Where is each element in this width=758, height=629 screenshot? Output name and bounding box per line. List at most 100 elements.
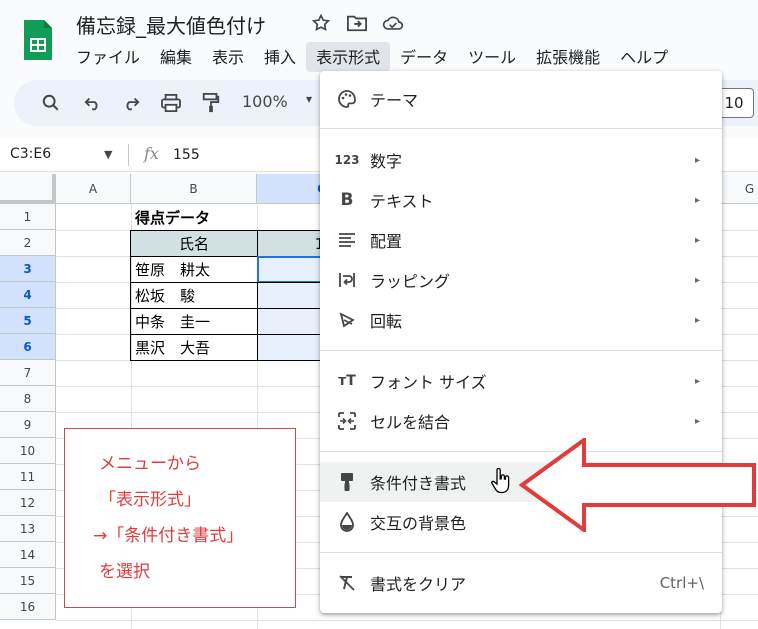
menu-divider	[320, 128, 722, 129]
formula-input[interactable]: 155	[173, 147, 200, 163]
zoom-select[interactable]: 100%	[242, 92, 288, 111]
rotate-icon	[336, 309, 358, 331]
row-header-2[interactable]: 2	[0, 230, 56, 256]
cell-b1-title[interactable]: 得点データ	[135, 204, 257, 230]
submenu-arrow-icon: ▸	[694, 415, 700, 427]
row-header-11[interactable]: 11	[0, 464, 56, 490]
format-menu-item-clear-formatting[interactable]: 書式をクリア Ctrl+\	[320, 563, 722, 603]
bold-b-icon: B	[340, 190, 354, 210]
cell-b5-name[interactable]: 中条 圭一	[130, 308, 258, 335]
menu-insert[interactable]: 挿入	[254, 42, 306, 72]
zoom-caret-icon[interactable]: ▾	[306, 92, 312, 106]
callout-line-1: メニューから	[99, 454, 201, 474]
format-menu-label: 書式をクリア	[370, 575, 467, 594]
wrap-icon	[336, 269, 358, 291]
clear-format-icon	[336, 572, 358, 594]
sheets-logo-icon[interactable]	[22, 18, 54, 62]
align-icon	[336, 229, 358, 251]
paint-format-icon[interactable]	[200, 92, 222, 114]
search-icon[interactable]	[40, 92, 62, 114]
cloud-saved-icon[interactable]	[382, 12, 404, 34]
row-header-14[interactable]: 14	[0, 542, 56, 568]
menu-data[interactable]: データ	[390, 42, 458, 72]
print-icon[interactable]	[160, 92, 182, 114]
row-header-16[interactable]: 16	[0, 594, 56, 620]
column-header-g[interactable]: G	[720, 174, 758, 204]
submenu-arrow-icon: ▸	[694, 274, 700, 286]
submenu-arrow-icon: ▸	[694, 375, 700, 387]
gridline	[56, 620, 758, 621]
row-header-6[interactable]: 6	[0, 334, 56, 360]
menu-extensions[interactable]: 拡張機能	[526, 42, 610, 72]
title-actions	[310, 12, 404, 34]
formula-separator	[128, 144, 129, 166]
format-menu-item-wrapping[interactable]: ラッピング ▸	[320, 260, 722, 300]
cell-b4-name[interactable]: 松坂 駿	[130, 282, 258, 309]
row-header-13[interactable]: 13	[0, 516, 56, 542]
format-menu-label: 交互の背景色	[370, 514, 467, 533]
cell-b6-name[interactable]: 黒沢 大吾	[130, 334, 258, 361]
format-menu-item-text[interactable]: B テキスト ▸	[320, 180, 722, 220]
submenu-arrow-icon: ▸	[694, 194, 700, 206]
menu-divider	[320, 350, 722, 351]
format-menu-label: 数字	[370, 152, 403, 171]
submenu-arrow-icon: ▸	[694, 154, 700, 166]
format-menu-item-rotation[interactable]: 回転 ▸	[320, 300, 722, 340]
column-header-a[interactable]: A	[56, 174, 131, 204]
number-123-icon: 123	[334, 153, 360, 167]
menu-help[interactable]: ヘルプ	[610, 42, 678, 72]
cell-b2-header[interactable]: 氏名	[130, 230, 258, 257]
row-header-8[interactable]: 8	[0, 386, 56, 412]
name-box[interactable]: C3:E6	[10, 146, 51, 162]
menu-file[interactable]: ファイル	[66, 42, 150, 72]
row-header-3[interactable]: 3	[0, 256, 56, 282]
document-title[interactable]: 備忘録_最大値色付け	[76, 10, 266, 39]
menu-divider	[320, 552, 722, 553]
callout-line-3: →「条件付き書式」	[93, 526, 244, 546]
menubar: ファイル 編集 表示 挿入 表示形式 データ ツール 拡張機能 ヘルプ	[66, 42, 678, 72]
format-menu-item-alignment[interactable]: 配置 ▸	[320, 220, 722, 260]
callout-line-2: 「表示形式」	[99, 490, 201, 510]
move-folder-icon[interactable]	[346, 12, 368, 34]
hand-cursor-icon	[491, 468, 510, 494]
submenu-arrow-icon: ▸	[694, 314, 700, 326]
format-menu-label: 回転	[370, 312, 403, 331]
shortcut-hint: Ctrl+\	[659, 574, 704, 592]
drop-icon	[336, 511, 358, 533]
cell-b3-name[interactable]: 笹原 耕太	[130, 256, 258, 283]
format-menu-item-number[interactable]: 123 数字 ▸	[320, 140, 722, 180]
format-menu-label: テーマ	[370, 91, 419, 110]
format-menu-label: 配置	[370, 232, 403, 251]
format-menu-item-merge[interactable]: セルを結合 ▸	[320, 401, 722, 441]
row-header-1[interactable]: 1	[0, 204, 56, 230]
row-header-5[interactable]: 5	[0, 308, 56, 334]
row-header-12[interactable]: 12	[0, 490, 56, 516]
column-header-b[interactable]: B	[131, 174, 257, 204]
redo-icon[interactable]	[120, 92, 142, 114]
row-header-7[interactable]: 7	[0, 360, 56, 386]
menu-edit[interactable]: 編集	[150, 42, 202, 72]
format-menu-item-theme[interactable]: テーマ	[320, 79, 722, 119]
select-all-corner[interactable]	[0, 174, 56, 204]
font-size-icon: тT	[338, 373, 356, 389]
row-header-4[interactable]: 4	[0, 282, 56, 308]
menu-tools[interactable]: ツール	[458, 42, 526, 72]
menu-view[interactable]: 表示	[202, 42, 254, 72]
menu-format[interactable]: 表示形式	[306, 42, 391, 72]
format-menu-label: フォント サイズ	[370, 373, 487, 392]
instruction-callout: メニューから 「表示形式」 →「条件付き書式」 を選択	[64, 428, 296, 608]
format-menu-label: テキスト	[370, 192, 434, 211]
format-menu-label: 条件付き書式	[370, 474, 467, 493]
row-header-9[interactable]: 9	[0, 412, 56, 438]
star-icon[interactable]	[310, 12, 332, 34]
name-box-caret-icon[interactable]: ▼	[104, 148, 112, 161]
format-menu-label: ラッピング	[370, 272, 451, 291]
paint-roller-icon	[336, 471, 358, 493]
row-header-15[interactable]: 15	[0, 568, 56, 594]
format-menu-item-font-size[interactable]: тT フォント サイズ ▸	[320, 361, 722, 401]
merge-icon	[336, 410, 358, 432]
row-header-10[interactable]: 10	[0, 438, 56, 464]
undo-icon[interactable]	[82, 92, 104, 114]
callout-line-4: を選択	[99, 562, 150, 582]
fx-icon: fx	[144, 144, 159, 163]
